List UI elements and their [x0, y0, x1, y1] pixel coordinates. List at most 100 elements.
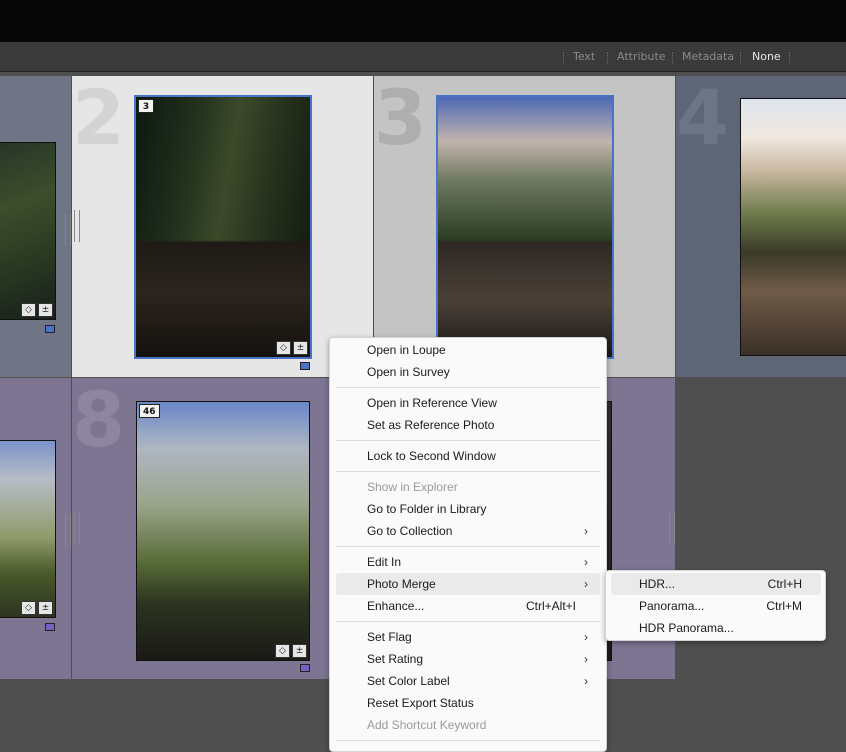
menu-separator [336, 740, 600, 741]
chevron-right-icon: › [584, 630, 588, 644]
menu-item-label: Show in Explorer [367, 480, 458, 494]
menu-item-label: Enhance... [367, 599, 425, 613]
menu-item-label: Set Color Label [367, 674, 450, 688]
menu-item-label: Set Flag [367, 630, 412, 644]
chevron-right-icon: › [584, 652, 588, 666]
keyboard-shortcut: Ctrl+H [767, 577, 802, 591]
menu-item-add-shortcut-keyword: Add Shortcut Keyword [336, 714, 600, 736]
menu-item-label: Set as Reference Photo [367, 418, 495, 432]
color-label-indicator[interactable] [45, 623, 55, 631]
filter-separator [563, 52, 565, 64]
keyword-tag-icon: ◇ [21, 303, 36, 317]
menu-item-label: HDR Panorama... [639, 621, 734, 635]
photo-thumbnail[interactable]: 46 ◇ ± [136, 401, 310, 661]
chevron-right-icon: › [584, 555, 588, 569]
menu-item-label: Edit In [367, 555, 402, 569]
keyboard-shortcut: Ctrl+Alt+I [525, 599, 576, 613]
menu-item-label: Panorama... [639, 599, 705, 613]
thumbnail-badges: ◇ ± [21, 303, 53, 317]
grid-resize-handle[interactable] [74, 210, 80, 242]
menu-item-label: Open in Survey [367, 365, 450, 379]
menu-item-edit-in[interactable]: Edit In › [336, 551, 600, 573]
menu-item-set-color-label[interactable]: Set Color Label › [336, 670, 600, 692]
filter-metadata[interactable]: Metadata [682, 43, 734, 71]
keyboard-shortcut: Ctrl+M [766, 599, 802, 613]
library-filter-bar: Text Attribute Metadata None [0, 43, 846, 72]
photo-merge-submenu: HDR... Ctrl+H Panorama... Ctrl+M HDR Panor… [605, 570, 826, 641]
menu-separator [336, 471, 600, 472]
menu-item-open-in-survey[interactable]: Open in Survey [336, 361, 600, 383]
menu-item-reset-export-status[interactable]: Reset Export Status [336, 692, 600, 714]
photo-thumbnail-selected[interactable] [436, 95, 614, 359]
menu-item-open-in-loupe[interactable]: Open in Loupe [336, 339, 600, 361]
menu-item-label: Set Rating [367, 652, 424, 666]
develop-adjusted-icon: ± [293, 341, 308, 355]
grid-cell-1[interactable]: ◇ ± [0, 76, 71, 377]
menu-item-label: Open in Loupe [367, 343, 446, 357]
cell-index-number: 8 [72, 378, 125, 464]
menu-item-label: Add Shortcut Keyword [367, 718, 487, 732]
chevron-right-icon: › [584, 674, 588, 688]
thumbnail-context-menu: Open in Loupe Open in Survey Open in Ref… [329, 337, 607, 752]
menu-item-go-to-collection[interactable]: Go to Collection › [336, 520, 600, 542]
app-top-bar [0, 0, 846, 42]
filter-none[interactable]: None [752, 43, 781, 71]
menu-item-set-rating[interactable]: Set Rating › [336, 648, 600, 670]
menu-item-photo-merge[interactable]: Photo Merge › [336, 573, 600, 595]
thumbnail-badges: ◇ ± [276, 341, 308, 355]
color-label-indicator[interactable] [45, 325, 55, 333]
menu-item-set-flag[interactable]: Set Flag › [336, 626, 600, 648]
menu-item-enhance[interactable]: Enhance... Ctrl+Alt+I [336, 595, 600, 617]
grid-cell-2[interactable]: 2 3 ◇ ± [72, 76, 373, 377]
filter-separator [607, 52, 609, 64]
keyword-tag-icon: ◇ [21, 601, 36, 615]
keyword-tag-icon: ◇ [275, 644, 290, 658]
thumbnail-badges: ◇ ± [21, 601, 53, 615]
menu-item-lock-to-second-window[interactable]: Lock to Second Window [336, 445, 600, 467]
chevron-right-icon: › [584, 524, 588, 538]
menu-item-label: Open in Reference View [367, 396, 497, 410]
cell-index-number: 2 [72, 76, 125, 162]
grid-cell-4[interactable]: 4 [676, 76, 846, 377]
photo-thumbnail[interactable]: ◇ ± [0, 440, 56, 618]
grid-cell-3[interactable]: 3 [374, 76, 675, 377]
menu-item-open-in-reference-view[interactable]: Open in Reference View [336, 392, 600, 414]
menu-item-label: HDR... [639, 577, 675, 591]
menu-item-go-to-folder-in-library[interactable]: Go to Folder in Library [336, 498, 600, 520]
grid-resize-handle[interactable] [65, 514, 71, 546]
filter-separator [740, 52, 742, 64]
photo-stack-badge: 3 [138, 99, 154, 113]
color-label-indicator[interactable] [300, 664, 310, 672]
photo-thumbnail-selected[interactable]: 3 ◇ ± [134, 95, 312, 359]
menu-item-label: Go to Collection [367, 524, 453, 538]
filter-separator [672, 52, 674, 64]
menu-item-show-in-explorer: Show in Explorer [336, 476, 600, 498]
menu-item-panorama[interactable]: Panorama... Ctrl+M [611, 595, 821, 617]
menu-item-hdr-panorama[interactable]: HDR Panorama... [611, 617, 821, 639]
photo-stack-badge: 46 [139, 404, 160, 418]
grid-resize-handle[interactable] [65, 214, 71, 246]
menu-separator [336, 546, 600, 547]
menu-item-hdr[interactable]: HDR... Ctrl+H [611, 573, 821, 595]
grid-resize-handle[interactable] [74, 512, 80, 544]
grid-resize-handle[interactable] [669, 512, 675, 544]
filter-separator [789, 52, 791, 64]
keyword-tag-icon: ◇ [276, 341, 291, 355]
develop-adjusted-icon: ± [38, 601, 53, 615]
photo-thumbnail[interactable] [740, 98, 846, 356]
thumbnail-badges: ◇ ± [275, 644, 307, 658]
filter-attribute[interactable]: Attribute [617, 43, 666, 71]
menu-item-label: Photo Merge [367, 577, 436, 591]
photo-thumbnail[interactable]: ◇ ± [0, 142, 56, 320]
color-label-indicator[interactable] [300, 362, 310, 370]
cell-index-number: 4 [676, 76, 729, 162]
grid-cell-7[interactable]: ◇ ± [0, 378, 71, 679]
filter-text[interactable]: Text [573, 43, 595, 71]
develop-adjusted-icon: ± [292, 644, 307, 658]
menu-item-label: Reset Export Status [367, 696, 474, 710]
cell-index-number: 3 [374, 76, 427, 162]
grid-cell-8[interactable]: 8 46 ◇ ± [72, 378, 373, 679]
menu-item-label: Lock to Second Window [367, 449, 496, 463]
develop-adjusted-icon: ± [38, 303, 53, 317]
menu-item-set-as-reference-photo[interactable]: Set as Reference Photo [336, 414, 600, 436]
